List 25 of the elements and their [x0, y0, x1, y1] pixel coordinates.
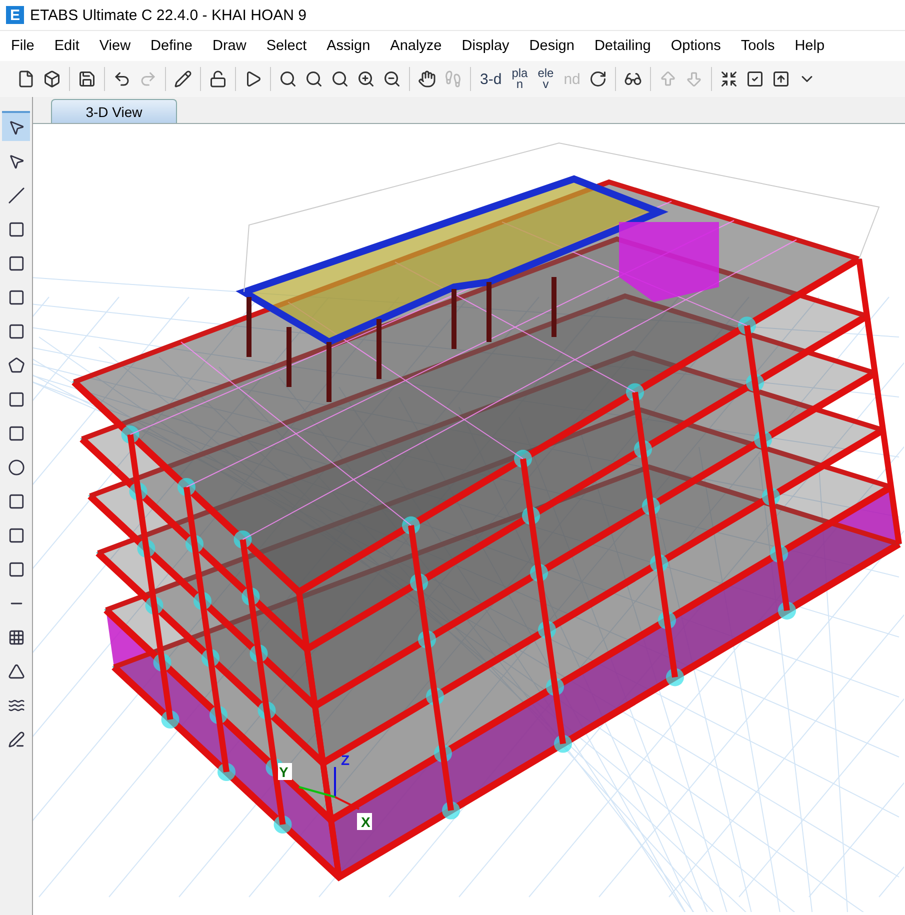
view-button[interactable]: ele v — [534, 65, 558, 93]
menu-item[interactable]: Help — [784, 34, 834, 58]
menu-item[interactable]: Define — [140, 34, 202, 58]
menu-item[interactable]: Assign — [316, 34, 380, 58]
menu-item[interactable]: Analyze — [379, 34, 451, 58]
menu-item[interactable]: File — [0, 34, 44, 58]
menu-item[interactable]: Edit — [43, 34, 88, 58]
z-axis-label: Z — [341, 752, 350, 768]
view-tab[interactable]: 3-D View — [51, 99, 177, 123]
x-axis-label: X — [361, 814, 370, 830]
app-logo: E — [6, 6, 24, 24]
axis-triad-icon — [298, 767, 360, 810]
pointer-icon[interactable] — [2, 111, 30, 141]
menu-item[interactable]: View — [88, 34, 140, 58]
menu-item[interactable]: Detailing — [583, 34, 660, 58]
menu-item[interactable]: Options — [660, 34, 730, 58]
view-button[interactable]: 3-d — [476, 65, 506, 93]
menu-item[interactable]: Tools — [730, 34, 784, 58]
view-button[interactable]: pla n — [508, 65, 532, 93]
window-title: ETABS Ultimate C 22.4.0 - KHAI HOAN 9 — [30, 6, 306, 24]
menu-item[interactable]: Display — [450, 34, 518, 58]
menu-item[interactable]: Draw — [201, 34, 256, 58]
y-axis-label: Y — [279, 764, 288, 780]
menu-item[interactable]: Design — [518, 34, 584, 58]
menu-item[interactable]: Select — [255, 34, 316, 58]
